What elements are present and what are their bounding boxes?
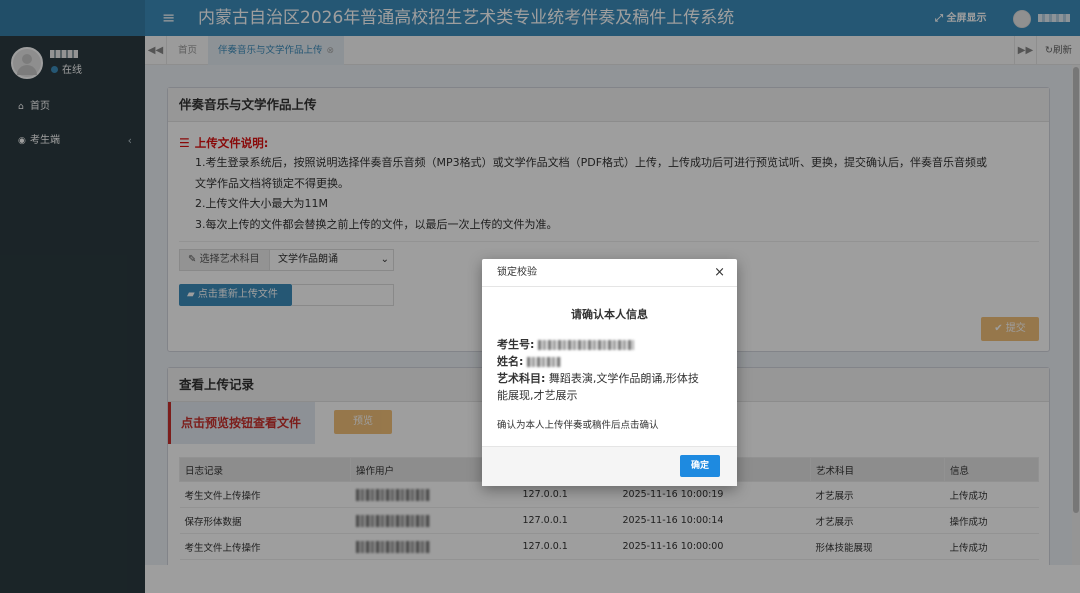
subjects-value: 舞蹈表演,文学作品朗诵,形体技 — [548, 372, 699, 385]
confirm-button[interactable]: 确定 — [680, 455, 720, 477]
subjects-row: 艺术科目: 舞蹈表演,文学作品朗诵,形体技 — [497, 370, 699, 387]
dialog-title: 请确认本人信息 — [571, 308, 648, 321]
name-redacted — [526, 357, 561, 367]
exam-number-label: 考生号: — [497, 338, 535, 351]
lock-verify-dialog: 锁定校验 × 请确认本人信息 考生号: 姓名: 艺术科目: 舞蹈表演,文学作品朗… — [482, 259, 737, 486]
exam-number-redacted — [537, 340, 634, 350]
subjects-row-continued: 能展现,才艺展示 — [497, 389, 578, 402]
dialog-note: 确认为本人上传伴奏或稿件后点击确认 — [497, 420, 659, 431]
exam-number-row: 考生号: — [497, 336, 634, 353]
close-icon[interactable]: × — [714, 266, 725, 280]
dialog-header: 锁定校验 — [482, 259, 737, 287]
name-label: 姓名: — [497, 355, 524, 368]
subjects-label: 艺术科目: — [497, 372, 546, 385]
name-row: 姓名: — [497, 353, 561, 370]
